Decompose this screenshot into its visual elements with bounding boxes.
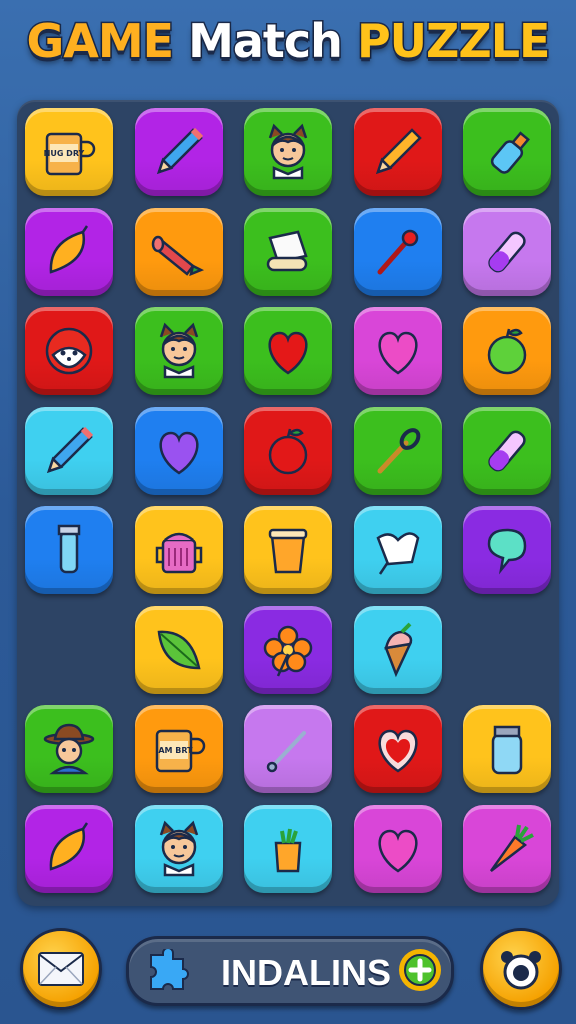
tile[interactable] xyxy=(25,705,113,793)
bottom-bar: INDALINS xyxy=(0,920,576,1024)
tile[interactable] xyxy=(25,506,113,594)
tile[interactable] xyxy=(244,207,332,296)
tile[interactable] xyxy=(25,307,113,395)
speech-bubble-icon xyxy=(487,528,527,575)
red-panda-icon xyxy=(45,327,93,375)
tile[interactable] xyxy=(134,804,223,893)
stick-icon xyxy=(266,731,306,773)
carrot-icon xyxy=(489,824,534,872)
pencil-blue-icon xyxy=(156,127,203,174)
vial-icon xyxy=(57,524,81,574)
tile[interactable] xyxy=(353,804,442,893)
tile[interactable] xyxy=(463,207,551,296)
flower-orange-icon xyxy=(263,625,313,677)
currency-bar: INDALINS xyxy=(126,936,454,1006)
pencil-blue-icon xyxy=(47,426,94,473)
pink-jar-icon xyxy=(155,532,202,574)
profile-button[interactable] xyxy=(480,928,562,1010)
boy-cat-ears-icon xyxy=(268,123,308,180)
test-tube-icon xyxy=(488,430,526,471)
tile[interactable] xyxy=(353,307,442,395)
tile[interactable] xyxy=(25,207,113,296)
cup-orange-icon xyxy=(268,528,308,574)
tile[interactable] xyxy=(353,406,442,495)
carrot-cup-icon xyxy=(274,828,302,872)
heart-red-icon xyxy=(268,331,308,375)
test-tube-icon xyxy=(488,231,526,272)
tile[interactable] xyxy=(244,307,332,395)
mug-dry-icon: NUG DRY xyxy=(44,132,96,176)
paper-scroll-icon xyxy=(266,230,308,271)
heart-purple-icon xyxy=(158,431,199,475)
tile[interactable] xyxy=(244,705,332,793)
jar-blue-icon xyxy=(491,725,523,775)
tile[interactable] xyxy=(25,804,113,893)
puzzle-board: NUG DRY IAM BRT xyxy=(17,100,559,906)
apple-green-icon xyxy=(487,328,527,375)
game-title: GAME Match PUZZLE xyxy=(0,13,576,70)
boy-cat-ears-icon xyxy=(159,322,198,379)
leaf-orange-icon xyxy=(49,821,89,871)
title-word-game: GAME xyxy=(25,13,176,70)
apple-red-icon xyxy=(268,428,308,474)
tile[interactable]: NUG DRY xyxy=(25,108,113,196)
tile[interactable] xyxy=(134,108,223,196)
paw-face-icon xyxy=(501,951,541,990)
leaf-green-icon xyxy=(157,630,201,669)
heart-outline-icon xyxy=(377,729,418,773)
ice-cream-icon xyxy=(383,622,412,677)
tile[interactable] xyxy=(353,207,442,296)
tile[interactable] xyxy=(25,406,113,495)
mail-button[interactable] xyxy=(20,928,102,1010)
tile[interactable] xyxy=(353,605,442,694)
tile[interactable] xyxy=(134,605,223,694)
bottle-blue-icon xyxy=(490,131,530,174)
tile[interactable] xyxy=(353,108,442,196)
tile[interactable] xyxy=(463,804,551,893)
tile[interactable] xyxy=(134,506,223,594)
puzzle-piece-icon xyxy=(150,949,189,990)
tile[interactable] xyxy=(463,108,551,196)
heart-pink-icon xyxy=(377,829,418,873)
tile[interactable] xyxy=(353,705,442,793)
tile[interactable] xyxy=(134,207,223,296)
wood-log-icon xyxy=(151,235,204,276)
tile[interactable] xyxy=(463,307,551,395)
tile[interactable] xyxy=(463,406,551,495)
cowboy-icon xyxy=(43,723,95,775)
match-stick-icon xyxy=(377,229,418,274)
heart-pink-icon xyxy=(377,331,418,375)
tile[interactable] xyxy=(244,506,332,594)
add-currency-button[interactable] xyxy=(399,949,441,991)
tile[interactable] xyxy=(134,307,223,395)
currency-label: INDALINS xyxy=(221,952,391,993)
title-word-puzzle: PUZZLE xyxy=(355,13,552,70)
tile[interactable] xyxy=(353,506,442,594)
tile[interactable] xyxy=(244,108,332,196)
tile[interactable] xyxy=(244,804,332,893)
envelope-icon xyxy=(38,952,84,986)
wrench-spoon-icon xyxy=(377,427,420,473)
pencil-orange-icon xyxy=(375,128,422,174)
tile[interactable]: IAM BRT xyxy=(134,705,223,793)
boy-cat-ears-icon xyxy=(159,820,198,876)
svg-text:NUG DRY: NUG DRY xyxy=(44,149,85,158)
plus-icon xyxy=(404,954,436,986)
mug-dry-icon: IAM BRT xyxy=(155,729,205,773)
tile[interactable] xyxy=(244,605,332,694)
cloth-icon xyxy=(375,532,419,575)
tile[interactable] xyxy=(244,406,332,495)
tile[interactable] xyxy=(134,406,223,495)
title-word-match: Match xyxy=(187,13,345,70)
tile[interactable] xyxy=(463,506,551,594)
tile[interactable] xyxy=(463,705,551,793)
leaf-orange-icon xyxy=(49,224,89,274)
svg-text:IAM BRT: IAM BRT xyxy=(155,746,193,755)
